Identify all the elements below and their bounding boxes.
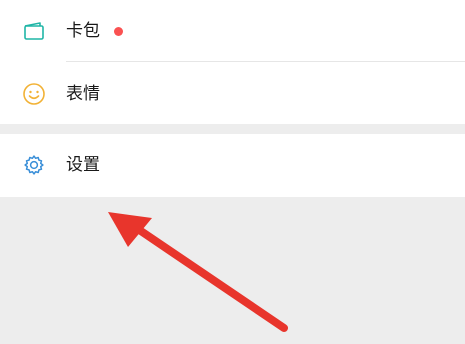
annotation-arrow [108, 212, 288, 332]
